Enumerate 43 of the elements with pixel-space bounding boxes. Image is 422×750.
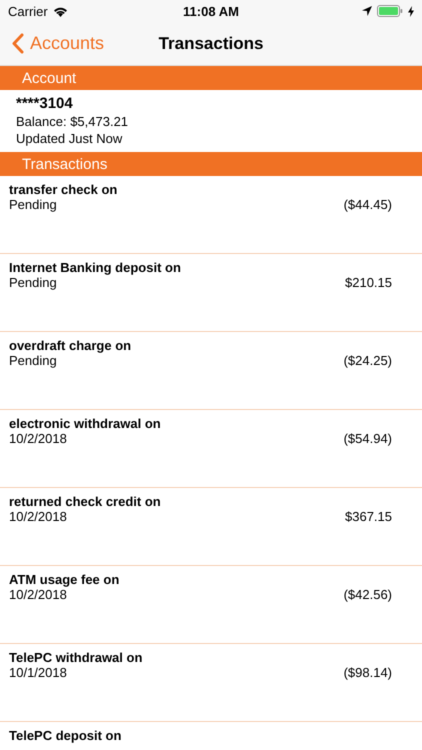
transaction-description: returned check credit on — [9, 494, 162, 509]
transaction-amount: ($44.45) — [344, 197, 392, 212]
transaction-row[interactable]: ATM usage fee on 10/2/2018 ($42.56) — [0, 566, 422, 644]
charging-bolt-icon — [408, 6, 414, 16]
location-arrow-icon — [362, 6, 372, 16]
balance-text: Balance: $5,473.21 — [16, 114, 130, 129]
transaction-row[interactable]: electronic withdrawal on 10/2/2018 ($54.94) — [0, 410, 422, 488]
transaction-date: Pending — [9, 275, 57, 290]
transaction-row[interactable]: TelePC withdrawal on 10/1/2018 ($98.14) — [0, 644, 422, 722]
status-time: 11:08 AM — [183, 4, 239, 18]
transaction-amount: ($54.94) — [344, 431, 392, 446]
transaction-description: TelePC deposit on — [9, 728, 122, 743]
carrier-label: Carrier — [8, 4, 48, 18]
transaction-row[interactable]: TelePC deposit on — [0, 722, 422, 750]
updated-text: Updated Just Now — [16, 131, 124, 146]
transaction-amount: $367.15 — [345, 509, 392, 524]
transaction-row[interactable]: overdraft charge on Pending ($24.25) — [0, 332, 422, 410]
transaction-description: Internet Banking deposit on — [9, 260, 182, 275]
transaction-amount: ($24.25) — [344, 353, 392, 368]
wifi-icon — [52, 6, 68, 16]
battery-icon — [376, 5, 403, 17]
transaction-amount: ($42.56) — [344, 587, 392, 602]
transaction-row[interactable]: returned check credit on 10/2/2018 $367.15 — [0, 488, 422, 566]
transaction-date: 10/2/2018 — [9, 509, 67, 524]
section-header: Account — [0, 66, 422, 90]
transaction-date: Pending — [9, 353, 57, 368]
transaction-date: 10/2/2018 — [9, 431, 67, 446]
transaction-date: Pending — [9, 197, 57, 212]
transaction-amount: ($98.14) — [344, 665, 392, 680]
transaction-description: ATM usage fee on — [9, 572, 120, 587]
transaction-date: 10/2/2018 — [9, 587, 67, 602]
transaction-row[interactable]: transfer check on Pending ($44.45) — [0, 176, 422, 254]
chevron-left-icon — [12, 33, 24, 54]
transaction-description: electronic withdrawal on — [9, 416, 162, 431]
transaction-amount: $210.15 — [345, 275, 392, 290]
transaction-description: transfer check on — [9, 182, 118, 197]
section-header: Transactions — [0, 152, 422, 176]
screen-title: Transactions — [158, 34, 264, 54]
transaction-row[interactable]: Internet Banking deposit on Pending $210.15 — [0, 254, 422, 332]
transaction-description: TelePC withdrawal on — [9, 650, 144, 665]
transaction-description: overdraft charge on — [9, 338, 132, 353]
transaction-date: 10/1/2018 — [9, 665, 67, 680]
account-number: ****3104 — [16, 95, 74, 112]
